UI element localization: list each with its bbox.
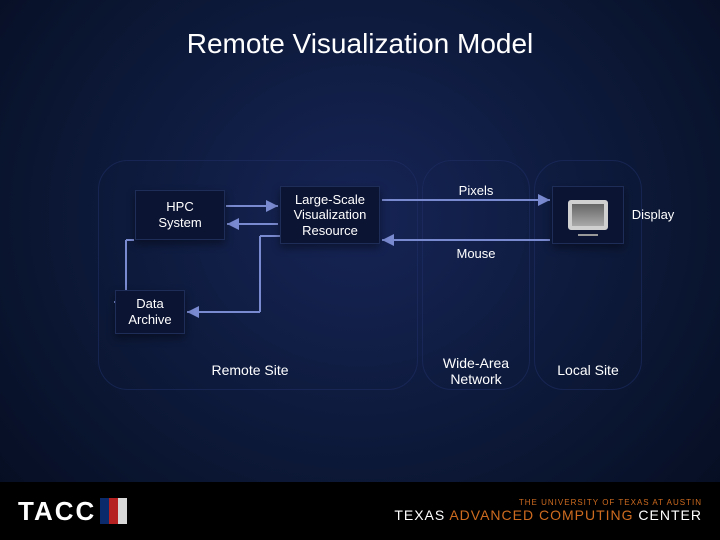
region-label-network: Wide-Area Network: [428, 355, 524, 387]
footer-right: THE UNIVERSITY OF TEXAS AT AUSTIN TEXAS …: [394, 499, 702, 523]
tacc-logo: TACC: [18, 496, 127, 527]
node-display: [552, 186, 624, 244]
tacc-logo-stripes: [100, 498, 127, 524]
tacc-full-pre: TEXAS: [394, 507, 449, 523]
tacc-full-accent: ADVANCED COMPUTING: [449, 507, 633, 523]
region-label-remote: Remote Site: [190, 362, 310, 378]
edge-label-mouse: Mouse: [434, 246, 518, 261]
edge-label-pixels: Pixels: [434, 183, 518, 198]
footer: TACC THE UNIVERSITY OF TEXAS AT AUSTIN T…: [0, 482, 720, 540]
tacc-full-post: CENTER: [634, 507, 702, 523]
stripe-2: [109, 498, 118, 524]
monitor-icon: [568, 200, 608, 230]
stripe-1: [100, 498, 109, 524]
region-label-local: Local Site: [540, 362, 636, 378]
node-visualization-resource: Large-Scale Visualization Resource: [280, 186, 380, 244]
stripe-3: [118, 498, 127, 524]
tacc-logo-text: TACC: [18, 496, 96, 527]
tacc-full-name: TEXAS ADVANCED COMPUTING CENTER: [394, 508, 702, 523]
slide-title: Remote Visualization Model: [0, 28, 720, 60]
node-display-label: Display: [628, 207, 678, 222]
node-hpc-system: HPC System: [135, 190, 225, 240]
node-data-archive: Data Archive: [115, 290, 185, 334]
